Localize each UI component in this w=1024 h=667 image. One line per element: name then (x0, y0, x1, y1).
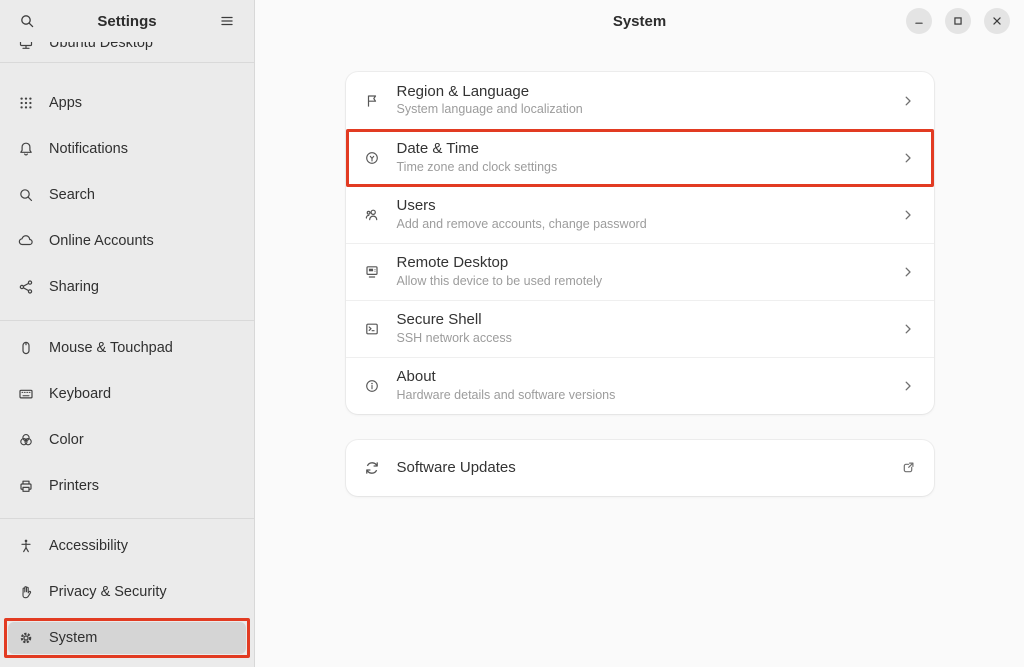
row-title: About (397, 369, 883, 386)
sidebar-item-label: Notifications (49, 141, 128, 157)
color-icon (18, 432, 34, 448)
remote-desktop-icon (364, 264, 380, 280)
row-date-time[interactable]: Date & Time Time zone and clock settings (346, 129, 934, 186)
row-secure-shell[interactable]: Secure Shell SSH network access (346, 300, 934, 357)
sidebar-item-ubuntu-desktop[interactable]: Ubuntu Desktop (0, 42, 254, 62)
row-software-updates[interactable]: Software Updates (346, 440, 934, 496)
info-icon (364, 378, 380, 394)
gear-icon (18, 630, 34, 646)
row-title: Remote Desktop (397, 255, 883, 272)
close-icon (990, 14, 1004, 28)
chevron-right-icon (900, 150, 916, 166)
row-about[interactable]: About Hardware details and software vers… (346, 357, 934, 414)
apps-icon (18, 95, 34, 111)
sidebar-item-printers[interactable]: Printers (0, 463, 254, 509)
sidebar-item-search[interactable]: Search (0, 172, 254, 218)
main-menu-button[interactable] (212, 6, 242, 36)
sidebar-clipped-row: Ubuntu Desktop (0, 42, 254, 62)
row-subtitle: System language and localization (397, 103, 883, 117)
chevron-right-icon (900, 264, 916, 280)
maximize-icon (951, 14, 965, 28)
sidebar-item-accessibility[interactable]: Accessibility (0, 523, 254, 569)
terminal-icon (364, 321, 380, 337)
row-subtitle: Allow this device to be used remotely (397, 275, 883, 289)
sidebar-header: Settings (0, 0, 254, 42)
flag-icon (364, 93, 380, 109)
sidebar-item-mouse-touchpad[interactable]: Mouse & Touchpad (0, 325, 254, 371)
mouse-icon (18, 340, 34, 356)
share-icon (18, 279, 34, 295)
sidebar-title: Settings (42, 13, 212, 30)
sidebar-item-label: Accessibility (49, 538, 128, 554)
row-region-language[interactable]: Region & Language System language and lo… (346, 72, 934, 129)
chevron-right-icon (900, 378, 916, 394)
sidebar-item-sharing[interactable]: Sharing (0, 264, 254, 310)
printer-icon (18, 478, 34, 494)
maximize-button[interactable] (945, 8, 971, 34)
row-subtitle: Hardware details and software versions (397, 389, 883, 403)
software-updates-card: Software Updates (346, 440, 934, 496)
chevron-right-icon (900, 321, 916, 337)
row-users[interactable]: Users Add and remove accounts, change pa… (346, 186, 934, 243)
sidebar-item-label: System (49, 630, 97, 646)
search-button[interactable] (12, 6, 42, 36)
sidebar-group-2: Mouse & Touchpad Keyboard Color Printers (0, 321, 254, 518)
window-controls (906, 8, 1010, 34)
sidebar-item-apps[interactable]: Apps (0, 80, 254, 126)
sidebar-item-label: Mouse & Touchpad (49, 340, 173, 356)
chevron-right-icon (900, 93, 916, 109)
close-button[interactable] (984, 8, 1010, 34)
users-icon (364, 207, 380, 223)
minimize-icon (912, 14, 926, 28)
ubuntu-desktop-icon (18, 42, 34, 51)
sidebar-group-3: Accessibility Privacy & Security System (0, 519, 254, 661)
sidebar-item-notifications[interactable]: Notifications (0, 126, 254, 172)
row-subtitle: Add and remove accounts, change password (397, 218, 883, 232)
sidebar-item-label: Sharing (49, 279, 99, 295)
page-title: System (613, 13, 666, 30)
main-header: System (255, 0, 1024, 42)
main-menu-icon (219, 13, 235, 29)
main-panel: System (255, 0, 1024, 667)
sidebar-item-label: Printers (49, 478, 99, 494)
chevron-right-icon (900, 207, 916, 223)
clock-icon (364, 150, 380, 166)
sidebar-item-label: Apps (49, 95, 82, 111)
system-settings-card: Region & Language System language and lo… (346, 72, 934, 414)
sidebar-item-keyboard[interactable]: Keyboard (0, 371, 254, 417)
refresh-icon (364, 460, 380, 476)
row-title: Region & Language (397, 84, 883, 101)
row-title: Software Updates (397, 460, 883, 477)
keyboard-icon (18, 386, 34, 402)
sidebar-group-1: Apps Notifications Search Online Account… (0, 63, 254, 320)
sidebar-item-label: Color (49, 432, 84, 448)
search-icon (19, 13, 35, 29)
accessibility-icon (18, 538, 34, 554)
row-subtitle: Time zone and clock settings (397, 161, 883, 175)
sidebar-item-privacy-security[interactable]: Privacy & Security (0, 569, 254, 615)
row-title: Date & Time (397, 141, 883, 158)
minimize-button[interactable] (906, 8, 932, 34)
sidebar-item-label: Ubuntu Desktop (49, 42, 153, 51)
settings-window: Settings Ubuntu Desktop Apps (0, 0, 1024, 667)
sidebar-item-label: Online Accounts (49, 233, 154, 249)
row-subtitle: SSH network access (397, 332, 883, 346)
cloud-icon (18, 233, 34, 249)
row-title: Users (397, 198, 883, 215)
sidebar-item-online-accounts[interactable]: Online Accounts (0, 218, 254, 264)
external-link-icon (900, 460, 916, 476)
sidebar-item-label: Keyboard (49, 386, 111, 402)
main-content: Region & Language System language and lo… (255, 42, 1024, 667)
hand-icon (18, 584, 34, 600)
row-remote-desktop[interactable]: Remote Desktop Allow this device to be u… (346, 243, 934, 300)
row-title: Secure Shell (397, 312, 883, 329)
annotation-box-system (4, 618, 250, 658)
sidebar-item-label: Privacy & Security (49, 584, 167, 600)
bell-icon (18, 141, 34, 157)
sidebar-item-color[interactable]: Color (0, 417, 254, 463)
sidebar-item-label: Search (49, 187, 95, 203)
sidebar: Settings Ubuntu Desktop Apps (0, 0, 255, 667)
sidebar-item-system[interactable]: System (8, 622, 246, 654)
search-icon (18, 187, 34, 203)
